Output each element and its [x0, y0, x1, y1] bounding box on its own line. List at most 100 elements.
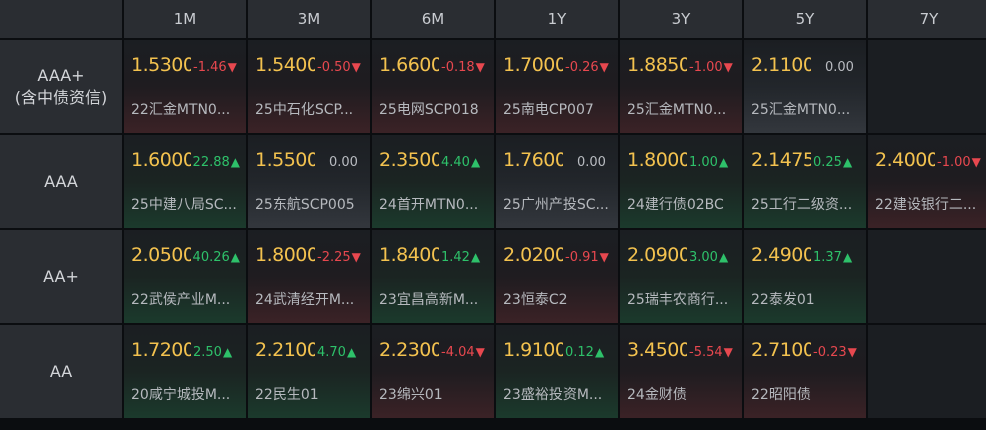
- yield-change: 0.00: [329, 155, 358, 170]
- yield-cell[interactable]: 2.0200 -0.91▼ 23恒泰C2: [496, 230, 618, 323]
- yield-cell[interactable]: 2.4900 1.37▲ 22泰发01: [744, 230, 866, 323]
- tenor-header-5y[interactable]: 5Y: [744, 0, 866, 38]
- yield-change: -1.00▼: [689, 60, 733, 75]
- quote-line: 1.5300 -1.46▼: [131, 54, 240, 76]
- yield-value: 2.2100: [255, 339, 315, 361]
- yield-cell[interactable]: 1.5300 -1.46▼ 22汇金MTN0...: [124, 40, 246, 133]
- triangle-down-icon: ▼: [475, 60, 485, 74]
- yield-change-value: 0.00: [329, 155, 358, 170]
- tenor-header-3y[interactable]: 3Y: [620, 0, 742, 38]
- rating-label: AA: [0, 325, 122, 418]
- yield-value: 2.0500: [131, 244, 191, 266]
- yield-value: 1.9100: [503, 339, 563, 361]
- rating-label-secondary: (含中债资信): [14, 87, 108, 107]
- quote-line: 2.1100 0.00: [751, 54, 860, 76]
- rating-label: AA+: [0, 230, 122, 323]
- yield-cell[interactable]: 1.7000 -0.26▼ 25南电CP007: [496, 40, 618, 133]
- bond-name: 22昭阳债: [751, 387, 811, 403]
- quote-line: 2.7100 -0.23▼: [751, 339, 860, 361]
- yield-cell[interactable]: 2.4000 -1.00▼ 22建设银行二...: [868, 135, 986, 228]
- triangle-down-icon: ▼: [351, 250, 361, 264]
- yield-value: 2.0900: [627, 244, 687, 266]
- quote-line: 1.9100 0.12▲: [503, 339, 612, 361]
- bond-name: 25电网SCP018: [379, 102, 479, 118]
- rating-label: AAA+ (含中债资信): [0, 40, 122, 133]
- bond-name: 25东航SCP005: [255, 197, 355, 213]
- yield-cell[interactable]: 2.7100 -0.23▼ 22昭阳债: [744, 325, 866, 418]
- bond-name: 25中建八局SC...: [131, 197, 237, 213]
- tenor-header-6m[interactable]: 6M: [372, 0, 494, 38]
- triangle-down-icon: ▼: [723, 345, 733, 359]
- quote-line: 1.8000 1.00▲: [627, 149, 736, 171]
- triangle-up-icon: ▲: [718, 155, 729, 169]
- rating-label-primary: AA: [49, 361, 73, 381]
- bond-name: 23宜昌高新M...: [379, 292, 479, 308]
- tenor-header-1y[interactable]: 1Y: [496, 0, 618, 38]
- triangle-up-icon: ▲: [842, 250, 853, 264]
- yield-cell[interactable]: 2.0500 40.26▲ 22武侯产业M...: [124, 230, 246, 323]
- yield-value: 1.5400: [255, 54, 315, 76]
- yield-change-value: 0.12: [565, 345, 594, 360]
- tenor-header-7y[interactable]: 7Y: [868, 0, 986, 38]
- yield-value: 1.5300: [131, 54, 191, 76]
- yield-value: 1.7200: [131, 339, 191, 361]
- yield-cell[interactable]: 1.6000 22.88▲ 25中建八局SC...: [124, 135, 246, 228]
- quote-line: 2.3500 4.40▲: [379, 149, 488, 171]
- triangle-down-icon: ▼: [847, 345, 857, 359]
- yield-value: 1.5500: [255, 149, 315, 171]
- yield-cell[interactable]: 3.4500 -5.54▼ 24金财债: [620, 325, 742, 418]
- triangle-up-icon: ▲: [842, 155, 853, 169]
- yield-value: 2.1475: [751, 149, 811, 171]
- yield-cell[interactable]: 1.8850 -1.00▼ 25汇金MTN0...: [620, 40, 742, 133]
- yield-change: 40.26▲: [193, 250, 240, 265]
- yield-cell[interactable]: 1.7200 2.50▲ 20咸宁城投M...: [124, 325, 246, 418]
- bond-name: 25中石化SCP...: [255, 102, 354, 118]
- yield-change-value: 0.00: [577, 155, 606, 170]
- bond-name: 23恒泰C2: [503, 292, 568, 308]
- yield-cell[interactable]: 2.0900 3.00▲ 25瑞丰农商行...: [620, 230, 742, 323]
- bond-name: 25瑞丰农商行...: [627, 292, 729, 308]
- quote-line: 1.5400 -0.50▼: [255, 54, 364, 76]
- yield-change-value: 40.26: [192, 250, 230, 265]
- yield-cell[interactable]: 1.6600 -0.18▼ 25电网SCP018: [372, 40, 494, 133]
- yield-cell[interactable]: 2.1100 0.00 25汇金MTN0...: [744, 40, 866, 133]
- triangle-up-icon: ▲: [470, 155, 481, 169]
- quote-line: 1.8850 -1.00▼: [627, 54, 736, 76]
- yield-change-value: 22.88: [192, 155, 230, 170]
- yield-change-value: -2.25: [317, 250, 351, 265]
- triangle-down-icon: ▼: [351, 60, 361, 74]
- yield-cell[interactable]: 1.7600 0.00 25广州产投SC...: [496, 135, 618, 228]
- yield-cell[interactable]: 2.2100 4.70▲ 22民生01: [248, 325, 370, 418]
- bond-name: 24首开MTN0...: [379, 197, 479, 213]
- yield-change-value: 1.42: [441, 250, 470, 265]
- rating-label-primary: AAA: [44, 171, 78, 191]
- yield-change: 1.00▲: [689, 155, 728, 170]
- bond-name: 22武侯产业M...: [131, 292, 231, 308]
- yield-cell[interactable]: 1.8000 1.00▲ 24建行债02BC: [620, 135, 742, 228]
- quote-line: 1.7000 -0.26▼: [503, 54, 612, 76]
- yield-cell[interactable]: 1.8000 -2.25▼ 24武清经开M...: [248, 230, 370, 323]
- triangle-down-icon: ▼: [723, 60, 733, 74]
- bond-name: 22建设银行二...: [875, 197, 977, 213]
- bond-name: 23盛裕投资M...: [503, 387, 603, 403]
- yield-change: -1.46▼: [193, 60, 237, 75]
- bond-name: 24建行债02BC: [627, 197, 724, 213]
- yield-cell[interactable]: 2.3500 4.40▲ 24首开MTN0...: [372, 135, 494, 228]
- yield-cell[interactable]: 1.5500 0.00 25东航SCP005: [248, 135, 370, 228]
- yield-cell[interactable]: 1.8400 1.42▲ 23宜昌高新M...: [372, 230, 494, 323]
- yield-cell[interactable]: 1.9100 0.12▲ 23盛裕投资M...: [496, 325, 618, 418]
- yield-cell[interactable]: 2.1475 0.25▲ 25工行二级资...: [744, 135, 866, 228]
- yield-change: -2.25▼: [317, 250, 361, 265]
- yield-change: 0.00: [825, 60, 854, 75]
- yield-change-value: 1.37: [813, 250, 842, 265]
- yield-cell[interactable]: 1.5400 -0.50▼ 25中石化SCP...: [248, 40, 370, 133]
- yield-change: -4.04▼: [441, 345, 485, 360]
- bond-name: 25工行二级资...: [751, 197, 853, 213]
- tenor-header-1m[interactable]: 1M: [124, 0, 246, 38]
- empty-cell: [868, 230, 986, 323]
- yield-cell[interactable]: 2.2300 -4.04▼ 23绵兴01: [372, 325, 494, 418]
- triangle-up-icon: ▲: [222, 345, 233, 359]
- yield-change: 0.00: [577, 155, 606, 170]
- empty-cell: [868, 325, 986, 418]
- tenor-header-3m[interactable]: 3M: [248, 0, 370, 38]
